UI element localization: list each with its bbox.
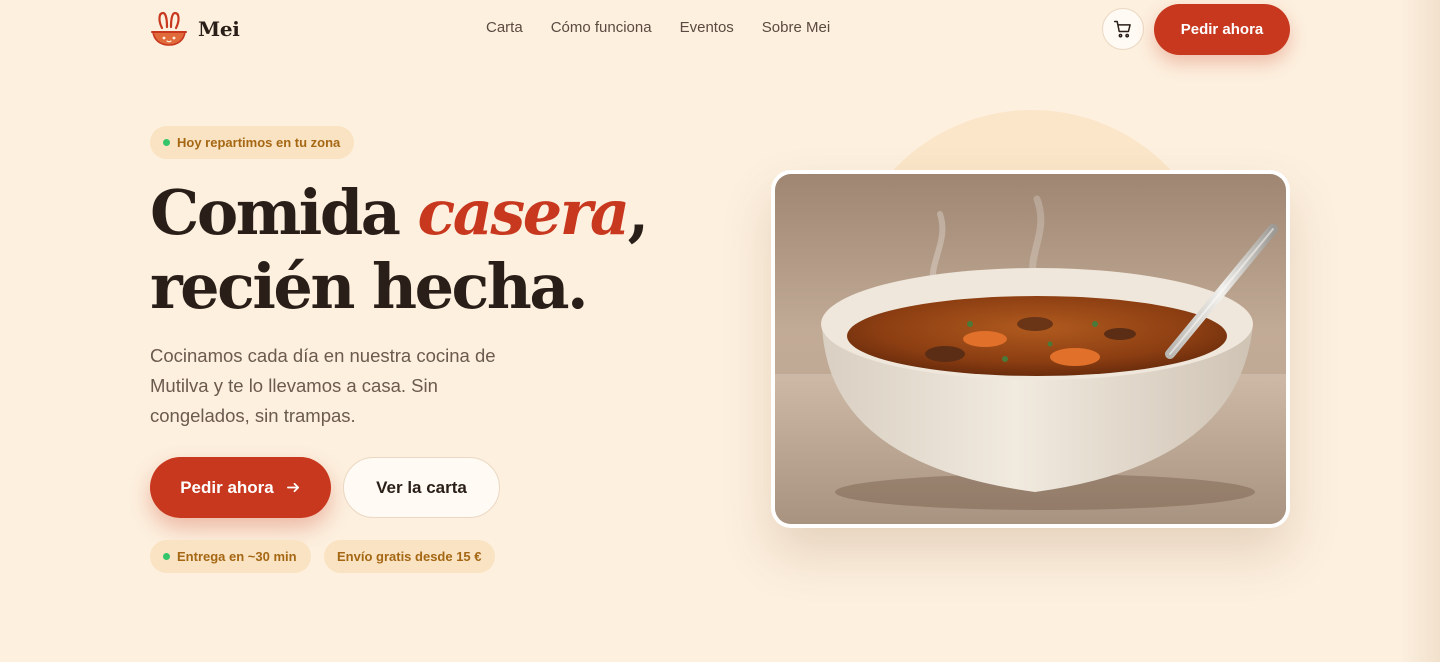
soup-bowl-photo [775,174,1286,524]
headline-comma: , [627,176,650,249]
status-dot-icon [163,139,170,146]
delivery-status-text: Hoy repartimos en tu zona [177,135,341,150]
hero-order-button[interactable]: Pedir ahora [150,457,331,518]
headline-accent: casera [417,176,630,249]
free-shipping-badge: Envío gratis desde 15 € [324,540,495,573]
arrow-right-icon [286,482,299,493]
hero-order-label: Pedir ahora [180,477,274,497]
brand-name: Mei [198,17,240,41]
nav-link-como-funciona[interactable]: Cómo funciona [551,19,652,36]
hero-image-frame [771,170,1290,528]
nav-links: Carta Cómo funciona Eventos Sobre Mei [486,19,830,36]
status-dot-icon [163,553,170,560]
headline-line2: recién hecha. [150,250,589,323]
bowl-bunny-icon [151,11,187,46]
headline-part1: Comida [150,176,418,249]
free-shipping-text: Envío gratis desde 15 € [337,549,482,564]
nav-link-sobre-mei[interactable]: Sobre Mei [762,19,830,36]
cart-button[interactable] [1102,8,1144,50]
nav-link-eventos[interactable]: Eventos [680,19,734,36]
page-edge-shade [1400,0,1440,662]
delivery-time-text: Entrega en ~30 min [177,549,297,564]
nav-link-carta[interactable]: Carta [486,19,523,36]
hero-subtext: Cocinamos cada día en nuestra cocina de … [150,345,496,426]
hero-headline: Comida casera, recién hecha. [150,176,710,324]
brand-logo[interactable]: Mei [150,10,240,48]
cart-icon [1113,20,1131,38]
top-nav: Mei Carta Cómo funciona Eventos Sobre Me… [0,0,1440,58]
delivery-time-badge: Entrega en ~30 min [150,540,311,573]
nav-order-button[interactable]: Pedir ahora [1154,4,1290,55]
view-menu-button[interactable]: Ver la carta [343,457,500,518]
delivery-status-badge: Hoy repartimos en tu zona [150,126,355,159]
